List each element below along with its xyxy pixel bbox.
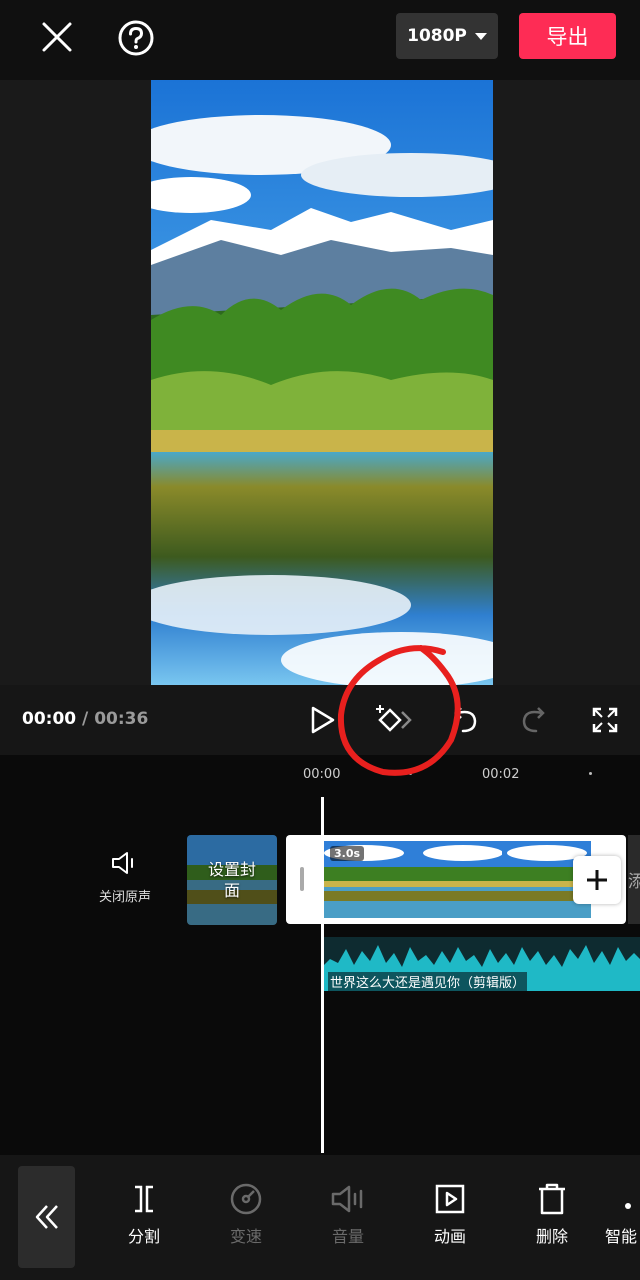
animation-icon — [415, 1179, 485, 1219]
timeline[interactable]: 00:00 00:02 关闭原声 设置封面 3.0s 添 世界这么大还是遇见你（ — [0, 755, 640, 1155]
split-tool[interactable]: 分割 — [109, 1179, 179, 1247]
add-clip-button[interactable] — [573, 856, 621, 904]
mute-original-audio-button[interactable]: 关闭原声 — [90, 850, 160, 905]
bottom-toolbar: 分割 变速 音量 动画 删除 智能 — [0, 1155, 640, 1280]
fullscreen-icon[interactable] — [588, 703, 622, 737]
playback-controls: 00:00 / 00:36 — [0, 685, 640, 755]
audio-title: 世界这么大还是遇见你（剪辑版） — [328, 972, 528, 991]
mute-label: 关闭原声 — [98, 890, 151, 905]
set-cover-button[interactable]: 设置封面 — [187, 835, 277, 925]
ruler-tick — [409, 772, 412, 775]
export-button[interactable]: 导出 — [519, 13, 616, 59]
time-separator: / — [82, 709, 89, 729]
current-time: 00:00 — [22, 709, 77, 729]
clip-trim-handle[interactable] — [300, 867, 304, 891]
animation-tool[interactable]: 动画 — [415, 1179, 485, 1247]
smart-tool[interactable]: 智能 — [605, 1179, 640, 1247]
clip-duration-badge: 3.0s — [330, 846, 365, 861]
clip-frame — [413, 841, 502, 918]
split-label: 分割 — [127, 1227, 160, 1246]
resolution-value: 1080P — [407, 26, 467, 46]
speed-tool[interactable]: 变速 — [211, 1179, 281, 1247]
video-preview-area — [0, 80, 640, 685]
smart-label: 智能 — [605, 1227, 638, 1246]
volume-icon — [313, 1179, 383, 1219]
close-icon[interactable] — [36, 16, 78, 58]
split-icon — [109, 1179, 179, 1219]
keyframe-icon[interactable] — [370, 701, 414, 739]
ruler-tick — [589, 772, 592, 775]
ruler-label: 00:00 — [303, 767, 341, 782]
chevron-down-icon — [474, 32, 487, 40]
time-display: 00:00 / 00:36 — [22, 709, 148, 729]
top-bar: 1080P 导出 — [0, 0, 640, 80]
play-icon[interactable] — [306, 703, 340, 737]
collapse-toolbar-button[interactable] — [18, 1166, 75, 1268]
cover-label: 设置封面 — [187, 835, 277, 925]
video-preview[interactable] — [151, 80, 493, 685]
smart-icon — [605, 1179, 640, 1219]
delete-label: 删除 — [535, 1227, 568, 1246]
resolution-dropdown[interactable]: 1080P — [396, 13, 498, 59]
clip-thumbnails — [324, 841, 592, 918]
double-chevron-left-icon — [35, 1205, 58, 1229]
help-icon[interactable] — [114, 16, 158, 60]
delete-icon — [517, 1179, 587, 1219]
delete-tool[interactable]: 删除 — [517, 1179, 587, 1247]
speed-label: 变速 — [229, 1227, 262, 1246]
ruler-label: 00:02 — [482, 767, 520, 782]
volume-tool[interactable]: 音量 — [313, 1179, 383, 1247]
playhead[interactable] — [321, 797, 324, 1153]
animation-label: 动画 — [433, 1227, 466, 1246]
plus-icon — [587, 870, 607, 890]
redo-icon[interactable] — [518, 703, 552, 737]
undo-icon[interactable] — [447, 703, 481, 737]
volume-label: 音量 — [331, 1227, 364, 1246]
speaker-icon — [110, 852, 140, 880]
total-time: 00:36 — [94, 709, 149, 729]
speed-icon — [211, 1179, 281, 1219]
add-partial-label: 添 — [628, 872, 640, 892]
